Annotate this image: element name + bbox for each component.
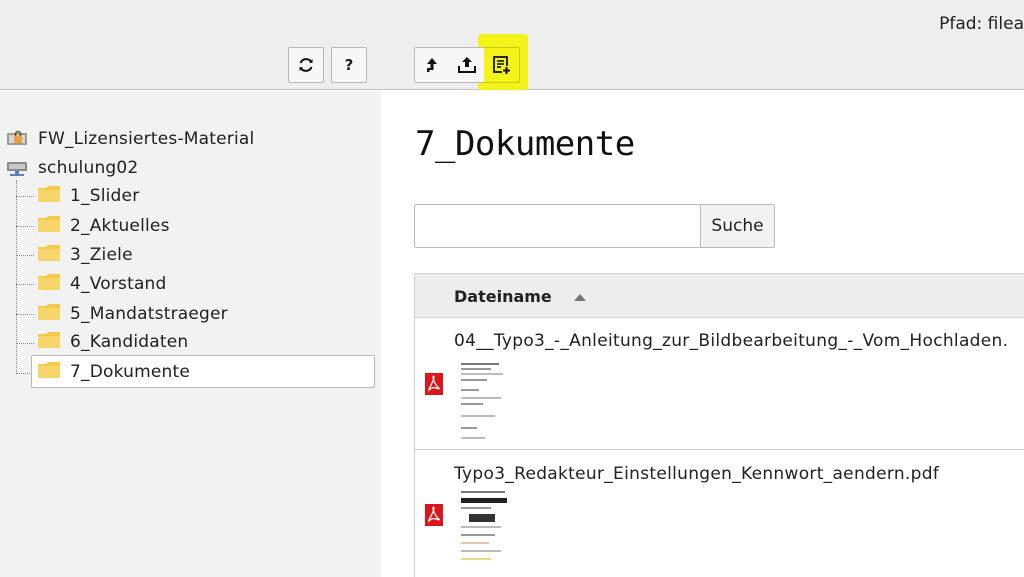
- folder-icon: [38, 186, 60, 206]
- help-label: ?: [344, 56, 354, 74]
- table-row[interactable]: 04__Typo3_-_Anleitung_zur_Bildbearbeitun…: [415, 319, 1024, 450]
- storage-icon: [6, 158, 28, 178]
- tree-connector: [16, 284, 34, 285]
- tree-folder-6-kandidaten[interactable]: 6_Kandidaten: [38, 329, 188, 355]
- tree-folder-label: 1_Slider: [70, 186, 140, 206]
- folder-icon: [38, 304, 60, 324]
- tree-folder-label: 2_Aktuelles: [70, 216, 170, 236]
- tree-folder-label: 7_Dokumente: [70, 362, 191, 382]
- tree-storage-schulung02[interactable]: schulung02: [6, 155, 138, 181]
- tree-connector: [16, 196, 34, 197]
- tree-connector: [16, 255, 34, 256]
- pdf-icon: [425, 504, 443, 526]
- tree-folder-7-dokumente[interactable]: 7_Dokumente: [38, 359, 190, 385]
- tree-folder-1-slider[interactable]: 1_Slider: [38, 183, 139, 209]
- search-input[interactable]: [414, 204, 701, 248]
- folder-icon: [38, 216, 60, 236]
- tree-connector: [16, 343, 34, 344]
- top-toolbar: Pfad: filea ?: [0, 0, 1024, 90]
- file-name-link[interactable]: 04__Typo3_-_Anleitung_zur_Bildbearbeitun…: [454, 331, 1008, 351]
- tree-storage-label: FW_Lizensiertes-Material: [38, 129, 255, 149]
- tree-storage-fw-lizensiertes[interactable]: FW_Lizensiertes-Material: [6, 126, 254, 152]
- tree-folder-label: 5_Mandatstraeger: [70, 304, 228, 324]
- upload-icon: [457, 57, 476, 73]
- tree-connector: [16, 180, 17, 374]
- table-header: Dateiname: [415, 274, 1024, 318]
- path-text: Pfad: filea: [939, 14, 1024, 34]
- locked-storage-icon: [6, 129, 28, 149]
- upload-button[interactable]: [449, 47, 485, 83]
- file-thumbnail[interactable]: [459, 359, 509, 445]
- folder-icon: [38, 332, 60, 352]
- file-name-link[interactable]: Typo3_Redakteur_Einstellungen_Kennwort_a…: [454, 464, 939, 484]
- file-thumbnail[interactable]: [459, 488, 509, 574]
- tree-folder-label: 6_Kandidaten: [70, 332, 189, 352]
- page-title: 7_Dokumente: [415, 124, 635, 164]
- tree-folder-label: 4_Vorstand: [70, 274, 167, 294]
- tree-storage-label: schulung02: [38, 158, 139, 178]
- table-row[interactable]: Typo3_Redakteur_Einstellungen_Kennwort_a…: [415, 451, 1024, 577]
- file-table: Dateiname 04__Typo3_-_Anleitung_zur_Bild…: [414, 273, 1024, 577]
- folder-icon: [38, 274, 60, 294]
- help-button[interactable]: ?: [331, 47, 367, 83]
- tree-folder-4-vorstand[interactable]: 4_Vorstand: [38, 271, 167, 297]
- new-file-button[interactable]: [484, 47, 520, 83]
- tree-folder-5-mandatstraeger[interactable]: 5_Mandatstraeger: [38, 301, 228, 327]
- folder-icon: [38, 245, 60, 265]
- search-button[interactable]: Suche: [700, 204, 775, 248]
- refresh-button[interactable]: [288, 47, 324, 83]
- refresh-icon: [299, 58, 313, 72]
- column-header-filename[interactable]: Dateiname: [454, 287, 552, 306]
- tree-connector: [16, 226, 34, 227]
- folder-up-button[interactable]: [414, 47, 450, 83]
- folder-icon: [38, 362, 60, 382]
- tree-folder-3-ziele[interactable]: 3_Ziele: [38, 242, 133, 268]
- tree-folder-2-aktuelles[interactable]: 2_Aktuelles: [38, 213, 170, 239]
- arrow-up-icon: [427, 58, 437, 72]
- tree-folder-label: 3_Ziele: [70, 245, 133, 265]
- new-file-icon: [492, 56, 511, 75]
- tree-connector: [16, 314, 34, 315]
- sort-ascending-icon[interactable]: [574, 294, 586, 301]
- pdf-icon: [425, 373, 443, 395]
